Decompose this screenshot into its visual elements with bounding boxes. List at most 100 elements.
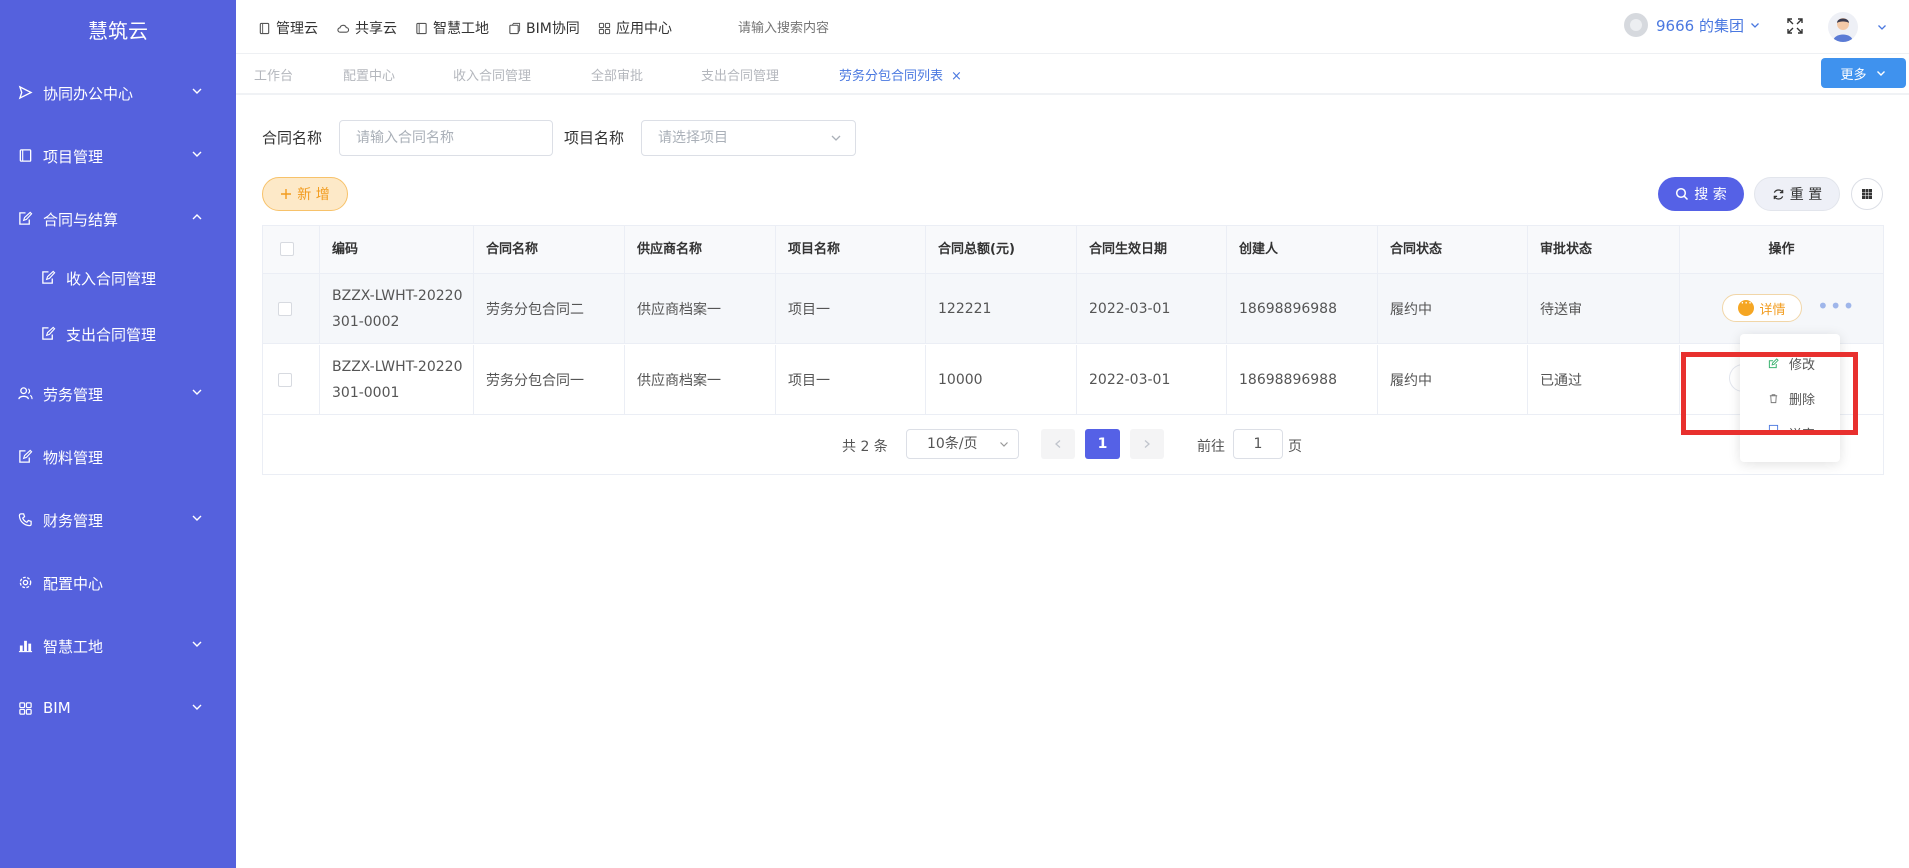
header-approval-status: 审批状态 xyxy=(1528,226,1680,274)
cell-contract-status: 履约中 xyxy=(1378,345,1528,415)
sidebar-item-label: 智慧工地 xyxy=(43,638,104,656)
header-supplier-name: 供应商名称 xyxy=(625,226,776,274)
tab-labor-contract-list[interactable]: 劳务分包合同列表 × xyxy=(839,65,962,84)
edit-doc-icon xyxy=(42,270,56,284)
refresh-icon xyxy=(1773,188,1784,200)
sidebar-item-label: 配置中心 xyxy=(43,575,104,593)
more-button[interactable]: 更多 xyxy=(1821,58,1906,88)
chevron-down-icon xyxy=(1750,23,1759,28)
chevron-down-icon xyxy=(192,641,202,647)
sidebar-item-label: 物料管理 xyxy=(43,449,104,467)
cell-approval-status: 待送审 xyxy=(1528,274,1680,344)
more-actions-icon[interactable]: ••• xyxy=(1817,294,1855,318)
sidebar-item-label: BIM xyxy=(43,699,71,717)
prev-page-button[interactable] xyxy=(1041,429,1075,459)
search-button[interactable]: 搜 索 xyxy=(1658,177,1744,211)
table-row: BZZX-LWHT-20220301-0002 劳务分包合同二 供应商档案一 项… xyxy=(263,274,1883,344)
header-creator: 创建人 xyxy=(1227,226,1378,274)
tab-bar: 工作台 配置中心 收入合同管理 全部审批 支出合同管理 劳务分包合同列表 × 更多 xyxy=(236,55,1909,95)
cell-supplier: 供应商档案一 xyxy=(625,345,776,415)
header-contract-status: 合同状态 xyxy=(1378,226,1528,274)
phone-icon xyxy=(18,513,32,527)
cell-creator: 18698896988 xyxy=(1227,345,1378,415)
select-all-checkbox[interactable] xyxy=(280,242,294,256)
sidebar-item-contract[interactable]: 合同与结算 xyxy=(0,197,236,241)
contract-name-input[interactable]: 请输入合同名称 xyxy=(339,120,553,156)
sidebar-item-labor[interactable]: 劳务管理 xyxy=(0,372,236,416)
topnav-item-manage[interactable]: 管理云 xyxy=(258,18,318,38)
reset-button[interactable]: 重 置 xyxy=(1754,177,1840,211)
chevron-down-icon xyxy=(192,704,202,710)
page-number-current[interactable]: 1 xyxy=(1085,429,1120,459)
table-header: 编码 合同名称 供应商名称 项目名称 合同总额(元) 合同生效日期 创建人 合同… xyxy=(263,226,1883,274)
cell-contract-name: 劳务分包合同二 xyxy=(474,274,625,344)
sidebar-item-collab[interactable]: 协同办公中心 xyxy=(0,71,236,115)
detail-button[interactable]: 详情 xyxy=(1722,294,1802,322)
project-select[interactable]: 请选择项目 xyxy=(641,120,856,156)
sidebar-item-project[interactable]: 项目管理 xyxy=(0,134,236,178)
edit-doc-icon xyxy=(19,449,33,463)
sidebar-item-finance[interactable]: 财务管理 xyxy=(0,498,236,542)
page-size-select[interactable]: 10条/页 xyxy=(906,429,1019,459)
header-project-name: 项目名称 xyxy=(776,226,926,274)
group-avatar xyxy=(1624,13,1648,37)
chevron-down-icon xyxy=(1876,71,1885,76)
tab-expense-contract[interactable]: 支出合同管理 xyxy=(701,65,779,84)
topnav-item-share[interactable]: 共享云 xyxy=(336,18,397,38)
group-name: 9666 的集团 xyxy=(1656,16,1744,35)
highlight-annotation-box xyxy=(1681,352,1858,435)
add-button[interactable]: 新 增 xyxy=(262,177,348,211)
fullscreen-icon[interactable] xyxy=(1786,17,1804,35)
top-bar: 管理云 共享云 智慧工地 BIM协同 应用中心 9666 的集团 xyxy=(236,0,1909,54)
topnav-item-bim[interactable]: BIM协同 xyxy=(508,18,580,38)
tab-income-contract[interactable]: 收入合同管理 xyxy=(453,65,531,84)
group-selector[interactable]: 9666 的集团 xyxy=(1624,13,1761,37)
sidebar: 慧筑云 协同办公中心 项目管理 合同与结算 收入合同管理 支出合同管理 劳务管理 xyxy=(0,0,236,868)
global-search-input[interactable] xyxy=(738,18,1038,38)
chevron-down-icon xyxy=(1000,442,1008,447)
topnav-item-apps[interactable]: 应用中心 xyxy=(598,18,672,38)
edit-doc-icon xyxy=(19,211,33,225)
sidebar-item-income-contract[interactable]: 收入合同管理 xyxy=(0,256,236,300)
goto-page-input[interactable]: 1 xyxy=(1233,429,1283,459)
row-select-cell xyxy=(263,345,320,415)
cell-amount: 10000 xyxy=(926,345,1077,415)
users-icon xyxy=(18,387,33,400)
sidebar-item-config[interactable]: 配置中心 xyxy=(0,561,236,605)
tab-workbench[interactable]: 工作台 xyxy=(254,65,293,84)
grid-icon xyxy=(1862,189,1872,199)
columns-settings-button[interactable] xyxy=(1851,178,1883,210)
user-avatar[interactable] xyxy=(1828,12,1858,42)
sidebar-item-label: 劳务管理 xyxy=(43,386,104,404)
tab-config-center[interactable]: 配置中心 xyxy=(343,65,395,84)
cell-code: BZZX-LWHT-20220301-0001 xyxy=(320,345,474,415)
cell-project: 项目一 xyxy=(776,345,926,415)
close-icon[interactable]: × xyxy=(951,69,962,84)
sidebar-item-bim[interactable]: BIM xyxy=(0,687,236,731)
sidebar-item-label: 支出合同管理 xyxy=(66,326,157,344)
sidebar-item-expense-contract[interactable]: 支出合同管理 xyxy=(0,312,236,356)
sidebar-item-label: 收入合同管理 xyxy=(66,270,157,288)
chevron-down-icon xyxy=(192,151,202,157)
search-icon xyxy=(1676,187,1689,201)
next-page-button[interactable] xyxy=(1130,429,1164,459)
row-checkbox[interactable] xyxy=(278,302,292,316)
chevron-down-icon xyxy=(831,135,841,141)
page-unit-label: 页 xyxy=(1288,439,1302,455)
cell-date: 2022-03-01 xyxy=(1077,274,1227,344)
sidebar-item-smart-site[interactable]: 智慧工地 xyxy=(0,624,236,668)
plus-icon xyxy=(281,189,292,199)
chevron-down-icon[interactable] xyxy=(1876,21,1888,33)
sidebar-item-material[interactable]: 物料管理 xyxy=(0,435,236,479)
bar-chart-icon xyxy=(18,640,33,653)
topnav-item-smart-site[interactable]: 智慧工地 xyxy=(415,18,489,38)
tab-all-approval[interactable]: 全部审批 xyxy=(591,65,643,84)
user-avatar-icon xyxy=(1833,18,1853,42)
more-dots-icon xyxy=(1738,296,1755,316)
header-code: 编码 xyxy=(320,226,474,274)
chevron-right-icon xyxy=(1144,440,1150,448)
grid-icon xyxy=(19,702,32,715)
cell-contract-name: 劳务分包合同一 xyxy=(474,345,625,415)
row-checkbox[interactable] xyxy=(278,373,292,387)
cell-supplier: 供应商档案一 xyxy=(625,274,776,344)
